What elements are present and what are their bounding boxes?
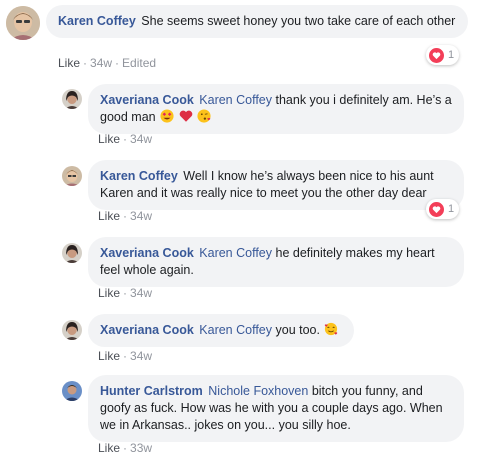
comment-bubble: Xaveriana Cook Karen Coffey thank you i … bbox=[88, 84, 464, 134]
separator: · bbox=[123, 286, 128, 300]
comment-meta: Like · 34w bbox=[98, 286, 152, 300]
avatar[interactable] bbox=[62, 166, 82, 186]
like-button[interactable]: Like bbox=[98, 441, 120, 455]
avatar-image bbox=[62, 89, 82, 109]
like-button[interactable]: Like bbox=[98, 209, 120, 223]
avatar[interactable] bbox=[62, 89, 82, 109]
comment-author[interactable]: Karen Coffey bbox=[58, 14, 136, 28]
avatar[interactable] bbox=[62, 381, 82, 401]
comment-meta: Like · 34w · Edited bbox=[58, 56, 156, 70]
timestamp[interactable]: 34w bbox=[130, 132, 152, 146]
heart-eyes-emoji bbox=[160, 109, 174, 123]
separator: · bbox=[83, 56, 88, 70]
reaction-number: 1 bbox=[448, 203, 455, 215]
comment-meta: Like · 34w bbox=[98, 132, 152, 146]
reaction-count[interactable]: 1 bbox=[426, 199, 460, 219]
comment-bubble: Karen Coffey Well I know he’s always bee… bbox=[88, 160, 464, 210]
comment-text: She seems sweet honey you two take care … bbox=[141, 14, 456, 28]
like-button[interactable]: Like bbox=[98, 132, 120, 146]
separator: · bbox=[115, 56, 120, 70]
avatar[interactable] bbox=[6, 6, 40, 40]
like-button[interactable]: Like bbox=[58, 56, 80, 70]
comment-meta: Like · 34w bbox=[98, 349, 152, 363]
avatar-image bbox=[62, 166, 82, 186]
mention-link[interactable]: Nichole Foxhoven bbox=[208, 384, 308, 398]
avatar-image bbox=[6, 6, 40, 40]
comment-author[interactable]: Xaveriana Cook bbox=[100, 93, 194, 107]
edited-label[interactable]: Edited bbox=[122, 56, 156, 70]
avatar-image bbox=[62, 320, 82, 340]
mention-link[interactable]: Karen Coffey bbox=[199, 93, 272, 107]
comment-bubble: Hunter Carlstrom Nichole Foxhoven bitch … bbox=[88, 375, 464, 442]
smiling-hearts-emoji bbox=[325, 322, 338, 336]
love-reaction-icon bbox=[429, 201, 444, 217]
avatar-image bbox=[62, 243, 82, 263]
comment-bubble: Xaveriana Cook Karen Coffey you too. bbox=[88, 314, 354, 347]
mention-link[interactable]: Karen Coffey bbox=[199, 246, 272, 260]
comment-author[interactable]: Hunter Carlstrom bbox=[100, 384, 203, 398]
separator: · bbox=[123, 209, 128, 223]
avatar[interactable] bbox=[62, 243, 82, 263]
comment-author[interactable]: Xaveriana Cook bbox=[100, 246, 194, 260]
separator: · bbox=[123, 349, 128, 363]
comment-bubble: Karen Coffey She seems sweet honey you t… bbox=[46, 5, 468, 38]
comment-author[interactable]: Xaveriana Cook bbox=[100, 323, 194, 337]
separator: · bbox=[123, 441, 128, 455]
timestamp[interactable]: 34w bbox=[130, 286, 152, 300]
timestamp[interactable]: 34w bbox=[130, 209, 152, 223]
avatar-image bbox=[62, 381, 82, 401]
mention-link[interactable]: Karen Coffey bbox=[199, 323, 272, 337]
timestamp[interactable]: 34w bbox=[130, 349, 152, 363]
comment-author[interactable]: Karen Coffey bbox=[100, 169, 178, 183]
timestamp[interactable]: 34w bbox=[90, 56, 112, 70]
red-heart-emoji bbox=[179, 110, 192, 122]
comment-text: you too. bbox=[275, 323, 320, 337]
separator: · bbox=[123, 132, 128, 146]
reaction-number: 1 bbox=[448, 49, 455, 61]
like-button[interactable]: Like bbox=[98, 349, 120, 363]
avatar[interactable] bbox=[62, 320, 82, 340]
love-reaction-icon bbox=[429, 47, 444, 63]
like-button[interactable]: Like bbox=[98, 286, 120, 300]
comment-meta: Like · 34w bbox=[98, 209, 152, 223]
comment-bubble: Xaveriana Cook Karen Coffey he definitel… bbox=[88, 237, 464, 287]
timestamp[interactable]: 33w bbox=[130, 441, 152, 455]
comment-meta: Like · 33w bbox=[98, 441, 152, 455]
kiss-wink-emoji bbox=[197, 109, 211, 123]
reaction-count[interactable]: 1 bbox=[426, 45, 460, 65]
